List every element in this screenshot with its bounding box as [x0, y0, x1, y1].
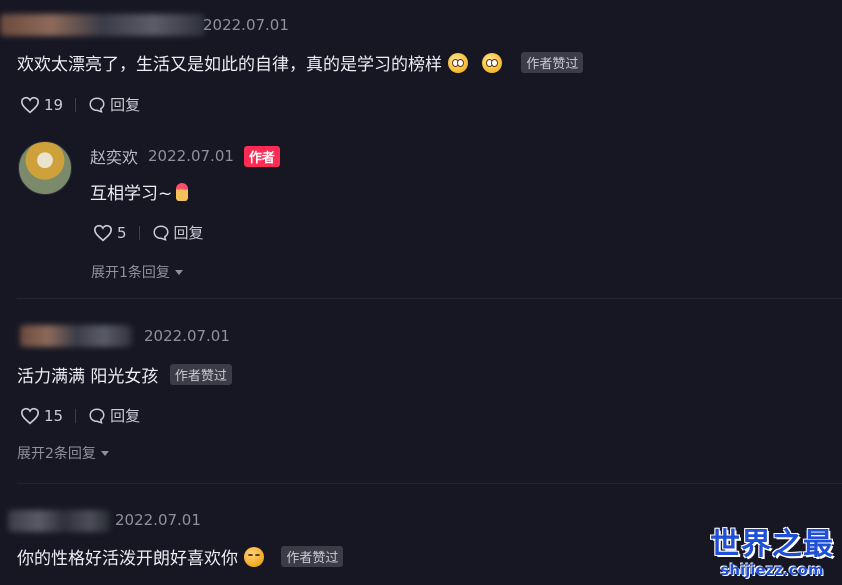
author-liked-badge: 作者赞过 [169, 364, 232, 385]
like-button[interactable]: 15 [20, 407, 63, 425]
comment-bubble-icon [152, 224, 170, 242]
chevron-down-icon [174, 269, 183, 275]
like-button[interactable]: 19 [20, 96, 63, 114]
heart-icon [20, 96, 40, 114]
reply-date: 2022.07.01 [148, 147, 234, 165]
expand-replies-button[interactable]: 展开2条回复 [17, 443, 109, 463]
reply-label: 回复 [110, 407, 141, 425]
chevron-down-icon [100, 450, 109, 456]
comment-text: 你的性格好活泼开朗好喜欢你 作者赞过 [17, 544, 344, 569]
like-count: 19 [44, 95, 64, 114]
comment-text: 欢欢太漂亮了，生活又是如此的自律，真的是学习的榜样 作者赞过 [17, 50, 584, 75]
action-separator [75, 408, 77, 423]
reply-button[interactable]: 回复 [152, 222, 204, 243]
comment-date: 2022.07.01 [203, 16, 289, 34]
reply-username[interactable]: 赵奕欢 [90, 144, 138, 168]
comment-divider [17, 483, 842, 484]
heart-icon [93, 224, 113, 242]
watermark-url: shijiezz.com [720, 561, 824, 579]
username-blurred[interactable] [0, 14, 205, 36]
action-separator [75, 97, 77, 112]
comment-date: 2022.07.01 [144, 327, 230, 345]
reply-label: 回复 [173, 224, 204, 242]
username-blurred[interactable] [8, 510, 110, 532]
like-count: 5 [117, 223, 127, 242]
reply-button[interactable]: 回复 [88, 94, 140, 115]
expand-replies-button[interactable]: 展开1条回复 [91, 262, 183, 282]
heart-icon [20, 407, 40, 425]
reply-button[interactable]: 回复 [88, 405, 140, 426]
comment-text: 活力满满 阳光女孩 作者赞过 [17, 362, 232, 387]
comment-date: 2022.07.01 [115, 511, 201, 529]
comment-divider [17, 298, 842, 299]
watermark-title: 世界之最 [710, 527, 834, 562]
kiss-emoji-icon [244, 547, 264, 567]
comment-bubble-icon [88, 96, 106, 114]
author-liked-badge: 作者赞过 [281, 546, 344, 567]
avatar[interactable] [18, 141, 72, 195]
flushed-emoji-icon [448, 53, 468, 73]
comment-bubble-icon [88, 407, 106, 425]
username-blurred[interactable] [20, 325, 132, 347]
author-liked-badge: 作者赞过 [521, 52, 584, 73]
action-separator [138, 225, 140, 240]
watermark: 世界之最 shijiezz.com [710, 519, 834, 579]
like-count: 15 [44, 406, 64, 425]
like-button[interactable]: 5 [93, 224, 127, 242]
author-tag: 作者 [243, 145, 280, 167]
reply-text: 互相学习~ [90, 179, 189, 204]
reply-label: 回复 [110, 96, 141, 114]
flushed-emoji-icon [482, 53, 502, 73]
finger-heart-emoji-icon [176, 183, 189, 201]
